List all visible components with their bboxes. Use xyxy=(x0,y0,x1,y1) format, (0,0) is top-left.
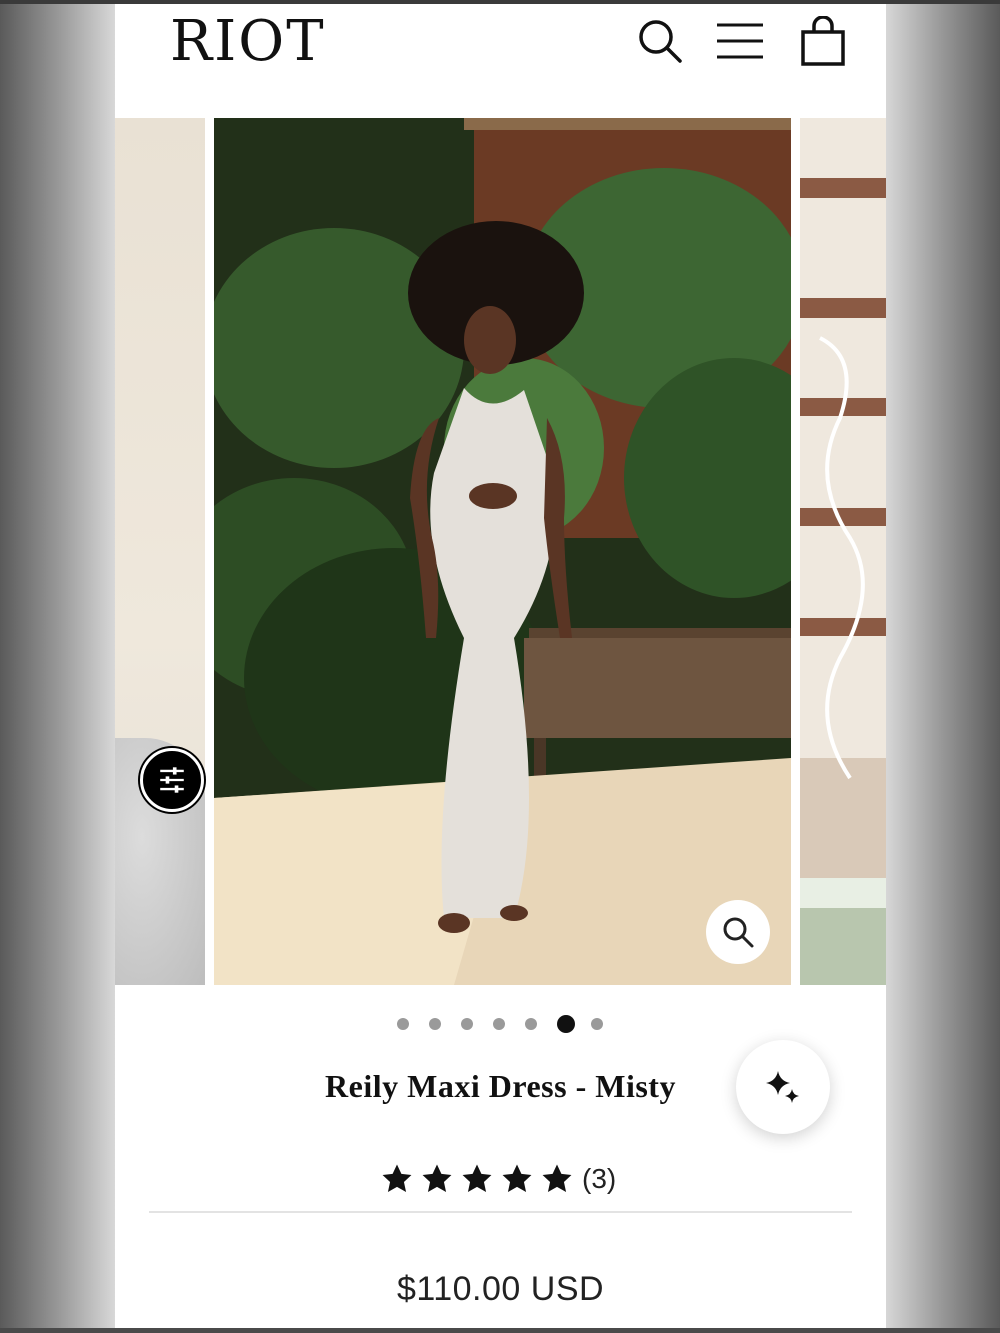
pagination-dot[interactable] xyxy=(493,1018,505,1030)
phone-screen: RIOT Reily Maxi Dress - Misty (3) $110.0… xyxy=(115,4,886,1328)
next-slide-photo xyxy=(800,118,886,985)
gallery-slide-previous[interactable] xyxy=(115,118,205,985)
pagination-dot[interactable] xyxy=(397,1018,409,1030)
zoom-button[interactable] xyxy=(706,900,770,964)
brand-logo[interactable]: RIOT xyxy=(170,10,326,74)
star-icon xyxy=(540,1162,574,1196)
review-count[interactable]: (3) xyxy=(582,1163,616,1195)
product-photo xyxy=(214,118,791,985)
star-icon xyxy=(420,1162,454,1196)
search-icon[interactable] xyxy=(635,16,685,66)
gallery-slide-next[interactable] xyxy=(800,118,886,985)
product-gallery[interactable] xyxy=(115,118,886,985)
cart-icon[interactable] xyxy=(798,15,848,66)
menu-icon[interactable] xyxy=(715,16,765,66)
gallery-pagination xyxy=(397,1014,623,1034)
product-rating[interactable]: (3) xyxy=(380,1159,616,1199)
sliders-icon xyxy=(160,767,184,793)
zoom-icon xyxy=(723,917,754,948)
product-price: $110.00 USD xyxy=(396,1270,605,1308)
pagination-dot[interactable] xyxy=(525,1018,537,1030)
pagination-dot[interactable] xyxy=(429,1018,441,1030)
pagination-dot[interactable] xyxy=(591,1018,603,1030)
filter-button[interactable] xyxy=(140,748,204,812)
star-icon xyxy=(460,1162,494,1196)
sparkle-icon xyxy=(766,1071,799,1103)
ai-assistant-button[interactable] xyxy=(736,1040,830,1134)
divider xyxy=(149,1211,852,1213)
pagination-dot-active[interactable] xyxy=(557,1015,575,1033)
pagination-dot[interactable] xyxy=(461,1018,473,1030)
bottom-frame-strip xyxy=(0,1328,1000,1333)
star-icon xyxy=(500,1162,534,1196)
gallery-slide-current[interactable] xyxy=(214,118,791,985)
star-icon xyxy=(380,1162,414,1196)
